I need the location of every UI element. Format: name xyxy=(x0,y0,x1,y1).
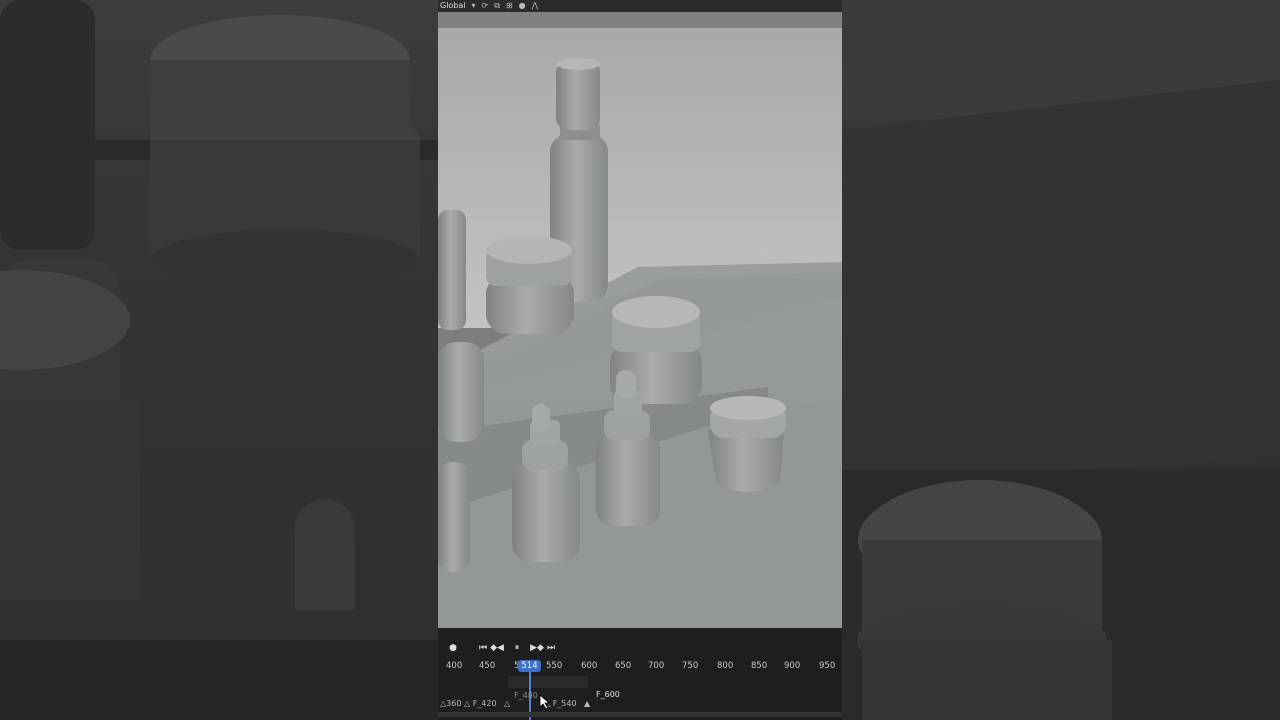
frame-tick: 750 xyxy=(682,661,699,671)
frame-tick: 900 xyxy=(784,661,801,671)
marker-f600-label: F_600 xyxy=(596,690,620,699)
transport-controls: ● ⏮ ◆◀ ⏸ ▶◆ ⏭ xyxy=(438,638,842,658)
frame-tick: 850 xyxy=(751,661,768,671)
frame-ruler[interactable]: 400 450 5 550 600 650 700 750 800 850 90… xyxy=(438,660,842,674)
frame-tick: 550 xyxy=(546,661,563,671)
marker-f420[interactable]: △ F_420 xyxy=(464,699,497,708)
frame-tick: 800 xyxy=(717,661,734,671)
timeline-panel: ● ⏮ ◆◀ ⏸ ▶◆ ⏭ 400 450 5 550 600 650 700 … xyxy=(438,638,842,720)
viewport-header: Global ▾ ⟳ ⧉ ⊞ ● ⋀ xyxy=(438,0,842,12)
snap-icon[interactable]: ⧉ xyxy=(494,2,500,10)
chevron-down-icon[interactable]: ▾ xyxy=(472,2,476,10)
marker-f480-icon[interactable]: △ xyxy=(504,699,510,708)
frame-tick: 600 xyxy=(581,661,598,671)
background-left xyxy=(0,0,438,720)
mouse-cursor-icon xyxy=(539,694,551,710)
frame-tick: 400 xyxy=(446,661,463,671)
background-render-right xyxy=(842,0,1280,720)
jump-start-button[interactable]: ⏮ xyxy=(476,641,490,655)
blender-app: Global ▾ ⟳ ⧉ ⊞ ● ⋀ ● ⏮ ◆◀ ⏸ ▶◆ ⏭ 400 450… xyxy=(438,0,842,720)
frame-tick: 700 xyxy=(648,661,665,671)
next-keyframe-button[interactable]: ▶◆ xyxy=(530,641,544,655)
jump-end-button[interactable]: ⏭ xyxy=(544,641,558,655)
falloff-icon[interactable]: ⋀ xyxy=(532,2,539,10)
marker-f480-label: F_480 xyxy=(514,691,538,700)
background-right xyxy=(842,0,1280,720)
marker-label: F_420 xyxy=(472,699,497,708)
marker-label: F_540 xyxy=(552,699,577,708)
marker-label: 360 xyxy=(446,699,462,708)
timeline-scrollbar[interactable] xyxy=(438,712,842,717)
prev-keyframe-button[interactable]: ◆◀ xyxy=(490,641,504,655)
preview-range xyxy=(508,676,588,688)
record-button[interactable]: ● xyxy=(446,641,460,655)
pivot-icon[interactable]: ⟳ xyxy=(482,2,489,10)
frame-tick: 450 xyxy=(479,661,496,671)
frame-tick: 950 xyxy=(819,661,836,671)
orientation-dropdown[interactable]: Global xyxy=(440,2,466,10)
proportional-edit-icon[interactable]: ● xyxy=(519,2,526,10)
current-frame-indicator[interactable]: 514 xyxy=(518,660,541,672)
pause-button[interactable]: ⏸ xyxy=(510,641,524,655)
background-render-left xyxy=(0,0,438,720)
3d-viewport[interactable] xyxy=(438,12,842,628)
marker-360[interactable]: △360 xyxy=(440,699,461,708)
scene-render xyxy=(438,12,842,628)
frame-tick: 650 xyxy=(615,661,632,671)
snap-target-icon[interactable]: ⊞ xyxy=(506,2,513,10)
marker-f600-icon[interactable]: ▲ xyxy=(584,699,590,708)
